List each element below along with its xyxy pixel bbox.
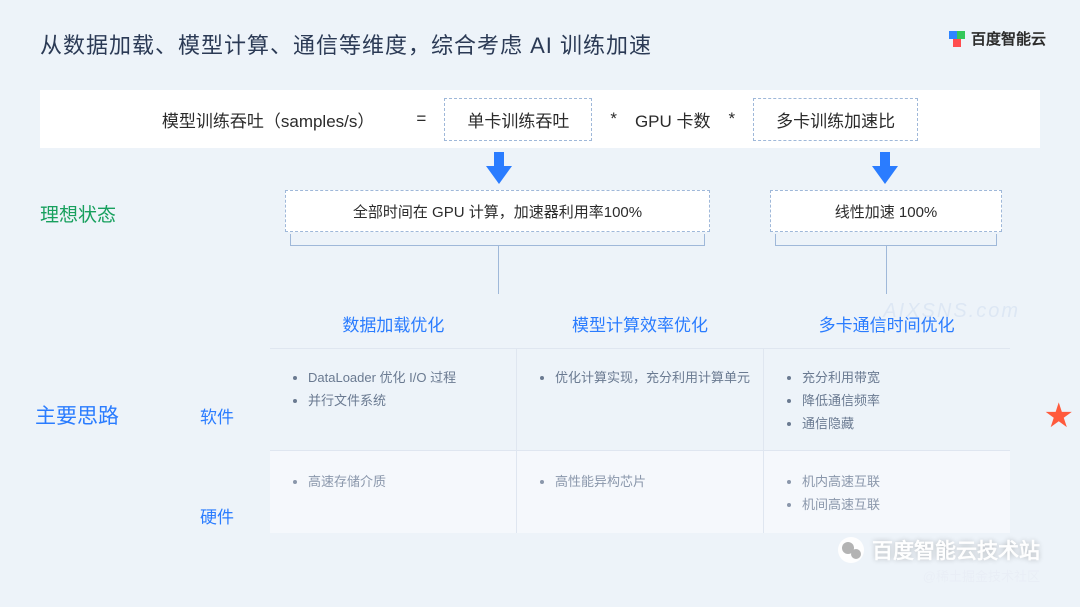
cell-hw-compute: 高性能异构芯片 [516,451,763,533]
list-item: 高速存储介质 [308,471,506,490]
row-label-software: 软件 [200,403,234,428]
cell-hw-comm: 机内高速互联 机间高速互联 [763,451,1010,533]
col-header-data-load: 数据加载优化 [270,293,517,348]
main-idea-label: 主要思路 [35,400,119,430]
brand-logo: 百度智能云 [949,28,1046,49]
arrow-down-icon [880,152,890,166]
arrow-down-icon [486,166,512,184]
formula-term-scale-ratio: 多卡训练加速比 [753,98,918,141]
watermark-site: AIXSNS.com [883,300,1020,323]
list-item: 优化计算实现，充分利用计算单元 [555,367,753,386]
equals-sign: = [416,109,426,129]
list-item: 充分利用带宽 [802,367,1000,386]
list-item: 高性能异构芯片 [555,471,753,490]
connector-bracket [775,245,997,293]
row-label-hardware: 硬件 [200,503,234,528]
list-item: 并行文件系统 [308,390,506,409]
cell-sw-comm: 充分利用带宽 降低通信频率 通信隐藏 [763,349,1010,450]
arrow-down-icon [494,152,504,166]
table-row-hardware: 高速存储介质 高性能异构芯片 机内高速互联 机间高速互联 [270,451,1010,533]
ideal-box-gpu-util: 全部时间在 GPU 计算，加速器利用率100% [285,190,710,232]
formula-lhs: 模型训练吞吐（samples/s） [162,107,375,132]
watermark-community: @稀土掘金技术社区 [923,566,1040,585]
multiply-2: * [729,109,736,129]
page-title: 从数据加载、模型计算、通信等维度，综合考虑 AI 训练加速 [40,28,652,60]
ideal-state-label: 理想状态 [40,200,116,227]
formula-term-single-card: 单卡训练吞吐 [444,98,592,141]
formula-term-gpu-count: GPU 卡数 [635,107,711,132]
star-icon: ★ [1044,396,1074,436]
list-item: DataLoader 优化 I/O 过程 [308,367,506,386]
formula-bar: 模型训练吞吐（samples/s） = 单卡训练吞吐 * GPU 卡数 * 多卡… [40,90,1040,148]
multiply-1: * [610,109,617,129]
cell-sw-compute: 优化计算实现，充分利用计算单元 [516,349,763,450]
ideal-box-linear-scale: 线性加速 100% [770,190,1002,232]
table-row-software: DataLoader 优化 I/O 过程 并行文件系统 优化计算实现，充分利用计… [270,348,1010,451]
arrow-down-icon [872,166,898,184]
cell-sw-data-load: DataLoader 优化 I/O 过程 并行文件系统 [270,349,516,450]
wechat-icon [838,537,864,563]
connector-bracket [290,245,705,293]
watermark-channel-text: 百度智能云技术站 [872,535,1040,565]
list-item: 机内高速互联 [802,471,1000,490]
brand-logo-icon [949,31,965,47]
list-item: 机间高速互联 [802,494,1000,513]
col-header-compute: 模型计算效率优化 [517,293,764,348]
list-item: 降低通信频率 [802,390,1000,409]
brand-name: 百度智能云 [971,28,1046,49]
list-item: 通信隐藏 [802,413,1000,432]
watermark-channel: 百度智能云技术站 [838,535,1040,565]
cell-hw-data-load: 高速存储介质 [270,451,516,533]
